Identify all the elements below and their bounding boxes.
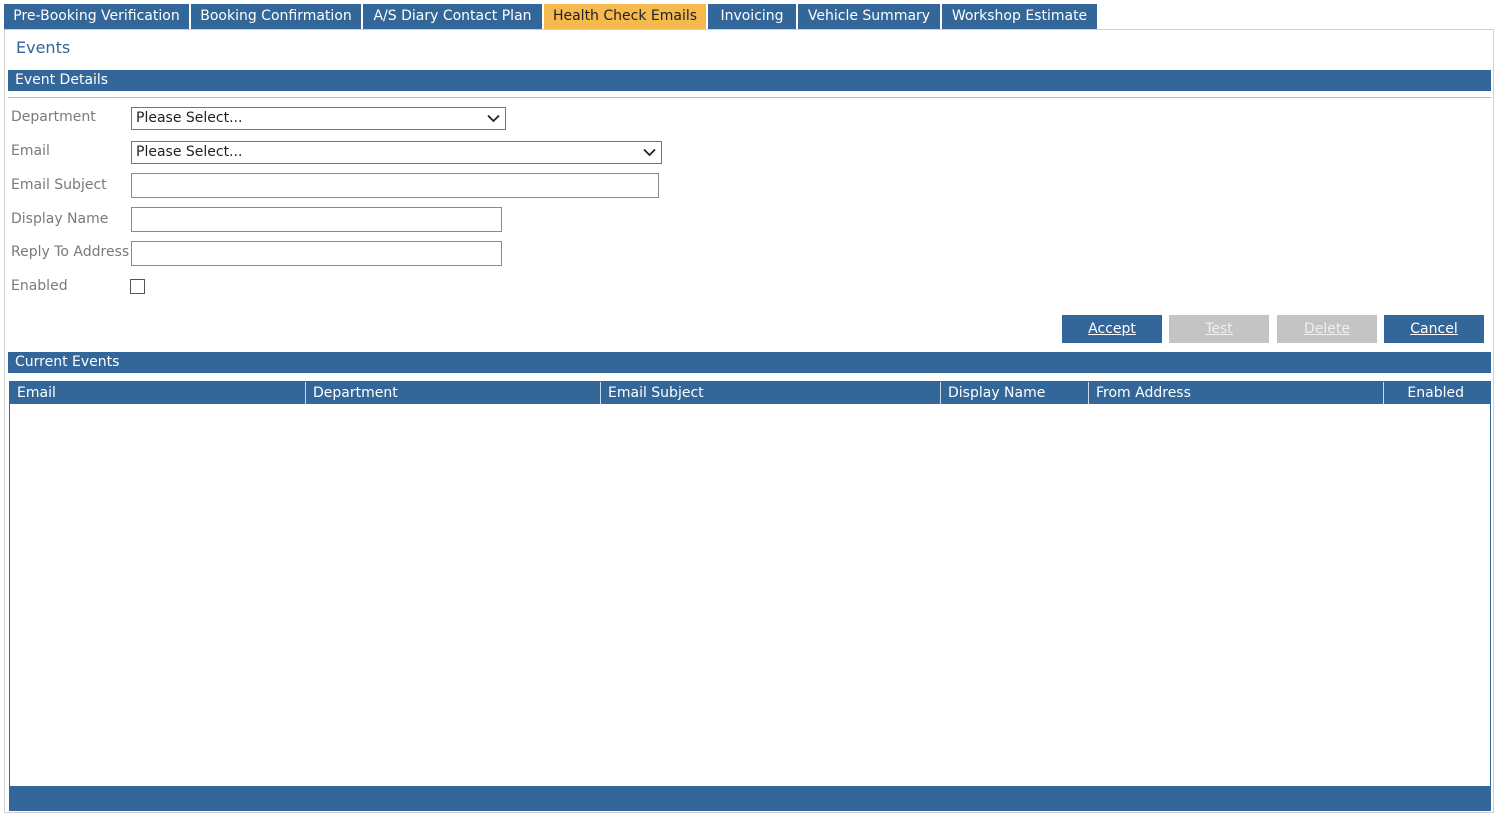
accept-button[interactable]: Accept <box>1062 315 1162 343</box>
reply-to-address-label: Reply To Address <box>11 244 130 260</box>
email-subject-input[interactable] <box>131 173 659 198</box>
page-title: Events <box>16 38 71 57</box>
email-select-value: Please Select... <box>136 144 243 160</box>
column-enabled[interactable]: Enabled <box>1384 382 1490 404</box>
chevron-down-icon <box>643 148 656 157</box>
current-events-header: Current Events <box>8 352 1491 373</box>
tab-booking-confirmation[interactable]: Booking Confirmation <box>191 4 361 29</box>
department-select-value: Please Select... <box>136 110 243 126</box>
table-header: Email Department Email Subject Display N… <box>10 382 1490 404</box>
department-label: Department <box>11 109 96 125</box>
enabled-label: Enabled <box>11 278 68 294</box>
tab-pre-booking-verification[interactable]: Pre-Booking Verification <box>4 4 189 29</box>
column-from-address[interactable]: From Address <box>1089 382 1384 404</box>
test-button[interactable]: Test <box>1169 315 1269 343</box>
cancel-button[interactable]: Cancel <box>1384 315 1484 343</box>
event-details-header: Event Details <box>8 70 1491 91</box>
tab-workshop-estimate[interactable]: Workshop Estimate <box>942 4 1097 29</box>
email-label: Email <box>11 143 50 159</box>
tab-health-check-emails[interactable]: Health Check Emails <box>544 4 706 29</box>
display-name-input[interactable] <box>131 207 502 232</box>
tab-invoicing[interactable]: Invoicing <box>708 4 796 29</box>
column-department[interactable]: Department <box>306 382 601 404</box>
column-email[interactable]: Email <box>10 382 306 404</box>
tab-bar: Pre-Booking Verification Booking Confirm… <box>4 4 1099 29</box>
chevron-down-icon <box>487 114 500 123</box>
display-name-label: Display Name <box>11 211 109 227</box>
email-subject-label: Email Subject <box>11 177 107 193</box>
divider <box>8 97 1491 98</box>
events-panel: Events Event Details Department Please S… <box>4 29 1494 813</box>
tab-vehicle-summary[interactable]: Vehicle Summary <box>798 4 940 29</box>
column-email-subject[interactable]: Email Subject <box>601 382 941 404</box>
delete-button[interactable]: Delete <box>1277 315 1377 343</box>
email-select[interactable]: Please Select... <box>131 141 662 164</box>
department-select[interactable]: Please Select... <box>131 107 506 130</box>
reply-to-address-input[interactable] <box>131 241 502 266</box>
enabled-checkbox[interactable] <box>130 279 145 294</box>
current-events-table: Email Department Email Subject Display N… <box>9 381 1491 811</box>
tab-as-diary-contact-plan[interactable]: A/S Diary Contact Plan <box>363 4 542 29</box>
column-display-name[interactable]: Display Name <box>941 382 1089 404</box>
table-footer <box>10 786 1490 810</box>
